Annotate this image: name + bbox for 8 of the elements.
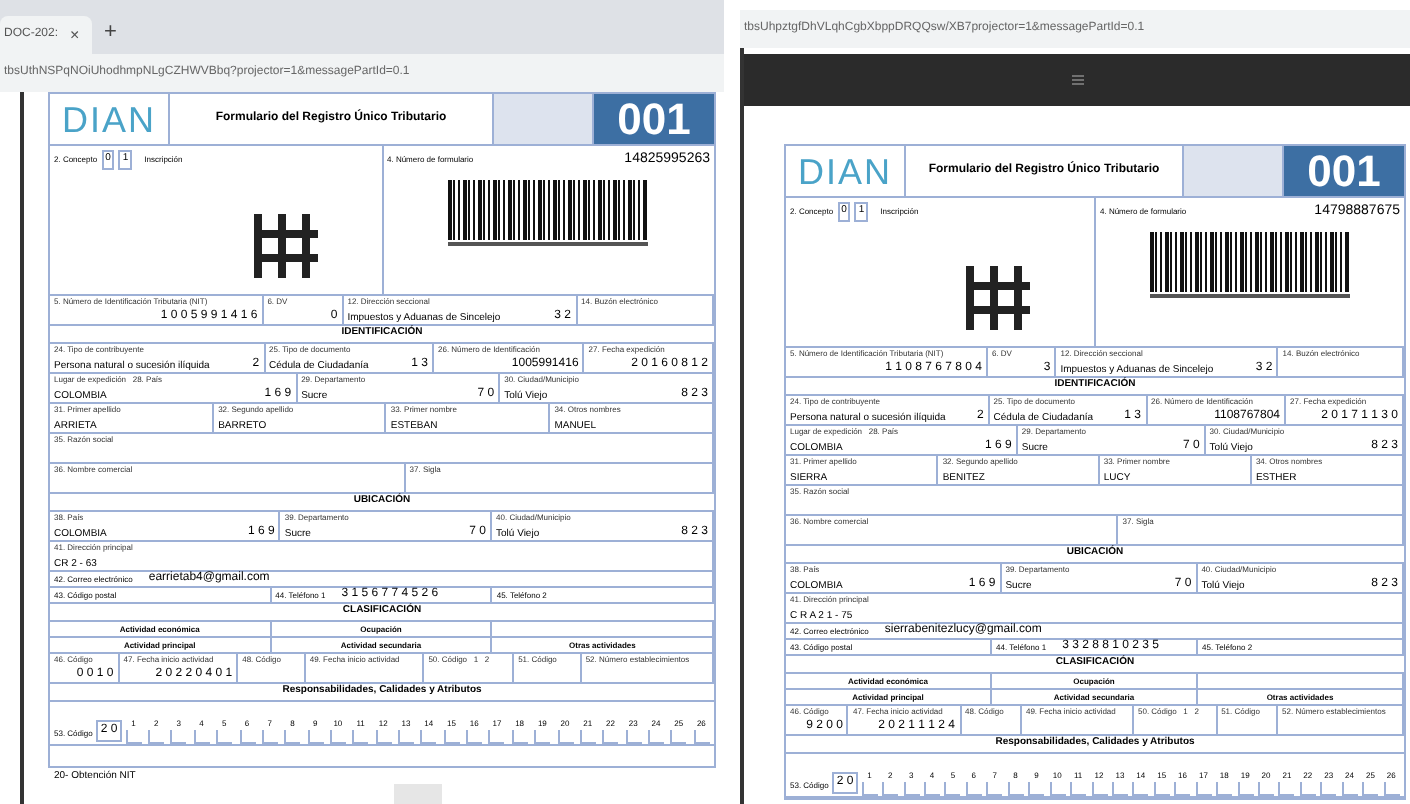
form-code-badge: 001 — [594, 94, 714, 144]
logo: DIAN — [61, 101, 156, 137]
form-code-badge: 001 — [1284, 146, 1404, 196]
logo: DIAN — [797, 153, 892, 189]
barcode-icon — [448, 179, 649, 247]
menu-icon[interactable] — [1071, 74, 1083, 86]
barcode-icon — [1150, 231, 1350, 299]
new-tab-button[interactable]: + — [104, 15, 117, 48]
